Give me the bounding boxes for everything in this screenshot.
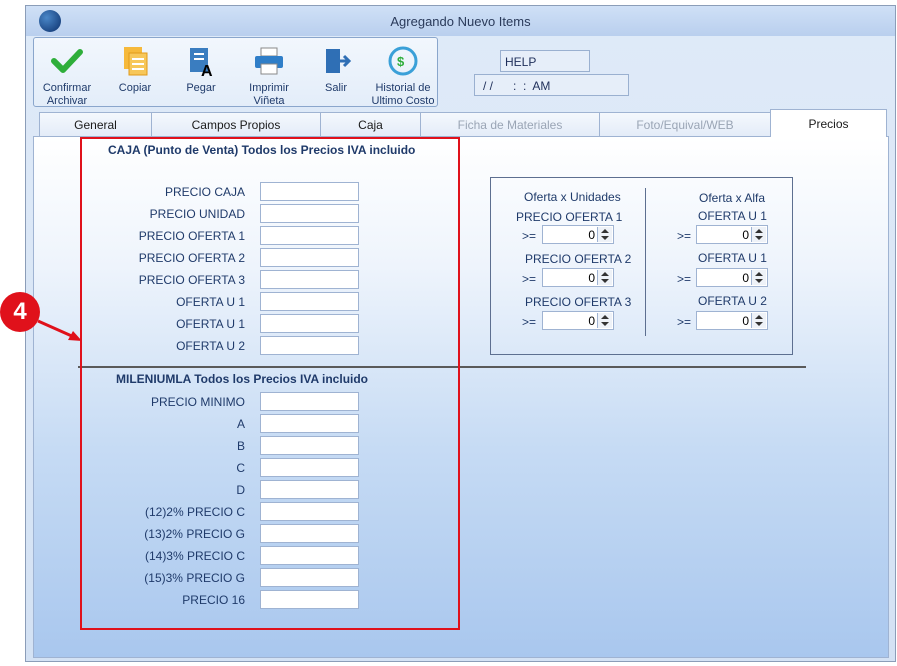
tab-general[interactable]: General [39,112,152,136]
of-left-spinner-3[interactable]: 0 [542,311,614,330]
of-right-spinner-1[interactable]: 0 [696,225,768,244]
history-label: Historial de Ultimo Costo [371,82,435,107]
copy-icon [124,47,148,76]
of-right-spinner-2[interactable]: 0 [696,268,768,287]
of-left-op-3: >= [522,315,537,329]
spinner-arrows-icon[interactable] [597,227,612,242]
spinner-arrows-icon[interactable] [751,227,766,242]
of-left-value-2: 0 [588,271,595,285]
oferta-unidades-header: Oferta x Unidades [524,190,621,204]
spinner-arrows-icon[interactable] [751,313,766,328]
svg-text:$: $ [397,54,405,69]
checkmark-icon [51,49,83,73]
of-right-spinner-3[interactable]: 0 [696,311,768,330]
oferta-alfa-header: Oferta x Alfa [699,191,766,205]
of-left-value-3: 0 [588,314,595,328]
print-button[interactable]: Imprimir Viñeta [241,44,297,108]
toolbar: Confirmar Archivar Copiar A Pegar Imprim… [33,37,438,107]
copy-button[interactable]: Copiar [110,44,160,95]
of-left-label-2: PRECIO OFERTA 2 [525,252,632,266]
datetime-field: / / : : AM [474,74,629,96]
of-right-value-2: 0 [742,271,749,285]
paste-button[interactable]: A Pegar [176,44,226,95]
of-right-value-3: 0 [742,314,749,328]
highlight-box [80,137,460,630]
copy-label: Copiar [118,82,152,94]
of-left-op-1: >= [522,229,537,243]
tab-precios[interactable]: Precios [770,109,887,137]
of-left-label-3: PRECIO OFERTA 3 [525,295,632,309]
confirm-button[interactable]: Confirmar Archivar [38,44,96,108]
help-field[interactable]: HELP [500,50,590,72]
paste-icon: A [190,48,213,78]
paste-label: Pegar [186,82,216,94]
exit-label: Salir [324,82,347,94]
of-right-op-2: >= [677,272,692,286]
of-right-op-3: >= [677,315,692,329]
cost-history-button[interactable]: $ Historial de Ultimo Costo [368,44,438,108]
of-left-spinner-2[interactable]: 0 [542,268,614,287]
of-right-op-1: >= [677,229,692,243]
confirm-label: Confirmar Archivar [42,82,92,107]
ofertas-separator [645,188,646,336]
of-right-label-3: OFERTA U 2 [698,294,767,308]
tab-ficha-materiales: Ficha de Materiales [420,112,600,136]
history-icon: $ [388,46,418,76]
of-left-op-2: >= [522,272,537,286]
printer-icon [255,47,283,75]
spinner-arrows-icon[interactable] [751,270,766,285]
of-right-label-2: OFERTA U 1 [698,251,767,265]
of-left-label-1: PRECIO OFERTA 1 [516,210,623,224]
pointer-arrow-icon [37,319,82,341]
of-right-value-1: 0 [742,228,749,242]
tab-foto-equival-web: Foto/Equival/WEB [599,112,771,136]
tab-caja[interactable]: Caja [320,112,421,136]
of-left-spinner-1[interactable]: 0 [542,225,614,244]
spinner-arrows-icon[interactable] [597,313,612,328]
exit-door-icon [326,49,352,73]
of-right-label-1: OFERTA U 1 [698,209,767,223]
svg-text:A: A [201,63,213,78]
print-label: Imprimir Viñeta [249,82,289,107]
spinner-arrows-icon[interactable] [597,270,612,285]
step-number-badge: 4 [0,292,40,332]
window-title: Agregando Nuevo Items [390,14,531,29]
exit-button[interactable]: Salir [312,44,360,95]
tab-campos-propios[interactable]: Campos Propios [151,112,321,136]
tab-bar: General Campos Propios Caja Ficha de Mat… [39,109,887,137]
of-left-value-1: 0 [588,228,595,242]
